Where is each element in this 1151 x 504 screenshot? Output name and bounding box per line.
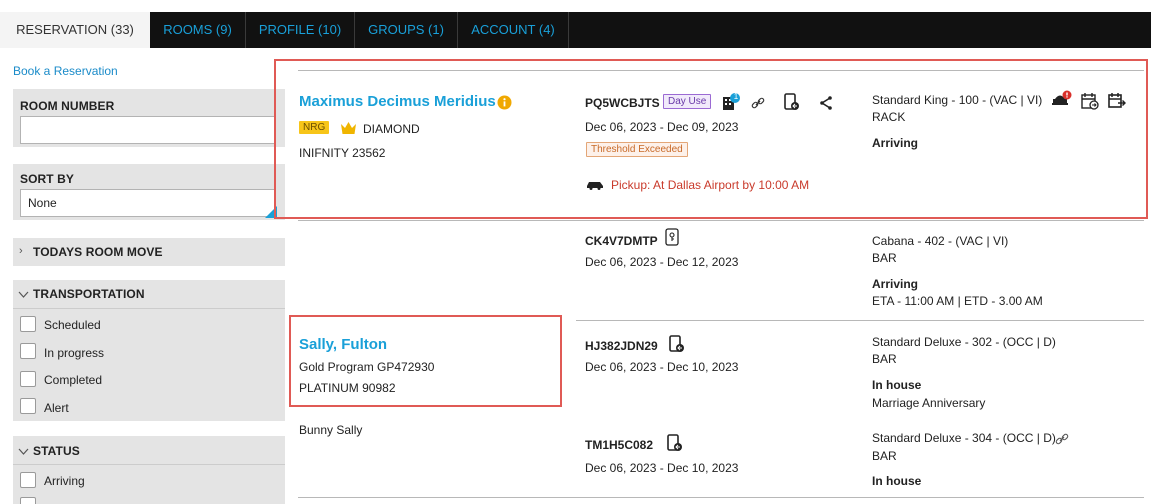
room-info: Standard Deluxe - 302 - (OCC | D) bbox=[872, 335, 1056, 349]
sort-by-select[interactable]: None bbox=[20, 189, 276, 217]
room-number-label: ROOM NUMBER bbox=[20, 99, 115, 113]
todays-room-move-panel[interactable]: TODAYS ROOM MOVE bbox=[13, 238, 285, 266]
transportation-label[interactable]: TRANSPORTATION bbox=[33, 287, 145, 301]
confirmation-code[interactable]: HJ382JDN29 bbox=[585, 339, 658, 353]
completed-checkbox[interactable] bbox=[20, 371, 36, 387]
alert-label: Alert bbox=[44, 401, 69, 415]
status-panel: STATUS bbox=[13, 436, 285, 504]
room-info: Cabana - 402 - (VAC | VI) bbox=[872, 234, 1009, 248]
confirmation-code[interactable]: TM1H5C082 bbox=[585, 438, 653, 452]
highlight-box bbox=[289, 315, 562, 407]
stay-dates: Dec 06, 2023 - Dec 12, 2023 bbox=[585, 255, 739, 269]
todays-room-move-label: TODAYS ROOM MOVE bbox=[33, 245, 163, 259]
arriving-checkbox[interactable] bbox=[20, 472, 36, 488]
sort-by-label: SORT BY bbox=[20, 172, 75, 186]
mobile-checkin-icon[interactable] bbox=[667, 434, 683, 452]
in-progress-checkbox[interactable] bbox=[20, 343, 36, 359]
confirmation-code[interactable]: CK4V7DMTP bbox=[585, 234, 658, 248]
tab-profile[interactable]: PROFILE (10) bbox=[246, 12, 355, 48]
rate-code: BAR bbox=[872, 352, 897, 366]
completed-label: Completed bbox=[44, 373, 103, 387]
eta-etd: ETA - 11:00 AM | ETD - 3.00 AM bbox=[872, 294, 1043, 308]
scheduled-label: Scheduled bbox=[44, 318, 101, 332]
arriving-label: Arriving bbox=[44, 474, 85, 488]
tab-rooms[interactable]: ROOMS (9) bbox=[150, 12, 246, 48]
highlight-box bbox=[274, 59, 1148, 219]
tab-reservation[interactable]: RESERVATION (33) bbox=[0, 12, 150, 48]
chevron-right-icon: › bbox=[19, 245, 23, 257]
in-progress-label: In progress bbox=[44, 346, 105, 360]
reservation-status: Arriving bbox=[872, 277, 919, 291]
scheduled-checkbox[interactable] bbox=[20, 316, 36, 332]
status-label[interactable]: STATUS bbox=[33, 444, 80, 458]
mobile-checkin-icon[interactable] bbox=[669, 335, 685, 353]
room-number-input[interactable] bbox=[20, 116, 276, 144]
room-info: Standard Deluxe - 304 - (OCC | D) bbox=[872, 431, 1056, 445]
rate-code: BAR bbox=[872, 251, 897, 265]
reservation-note: Marriage Anniversary bbox=[872, 396, 986, 410]
status-checkbox[interactable] bbox=[20, 497, 36, 504]
link-icon[interactable] bbox=[1055, 432, 1069, 446]
tab-account[interactable]: ACCOUNT (4) bbox=[458, 12, 569, 48]
chevron-down-icon bbox=[18, 448, 29, 455]
stay-dates: Dec 06, 2023 - Dec 10, 2023 bbox=[585, 360, 739, 374]
alert-checkbox[interactable] bbox=[20, 398, 36, 414]
rate-code: BAR bbox=[872, 449, 897, 463]
reservation-status: In house bbox=[872, 378, 922, 392]
tab-groups[interactable]: GROUPS (1) bbox=[355, 12, 458, 48]
stay-dates: Dec 06, 2023 - Dec 10, 2023 bbox=[585, 461, 739, 475]
reservation-status: In house bbox=[872, 474, 922, 488]
guest-name[interactable]: Bunny Sally bbox=[299, 423, 362, 437]
book-reservation-link[interactable]: Book a Reservation bbox=[13, 64, 118, 78]
chevron-down-icon bbox=[18, 291, 29, 298]
mobile-key-icon[interactable] bbox=[665, 228, 679, 246]
